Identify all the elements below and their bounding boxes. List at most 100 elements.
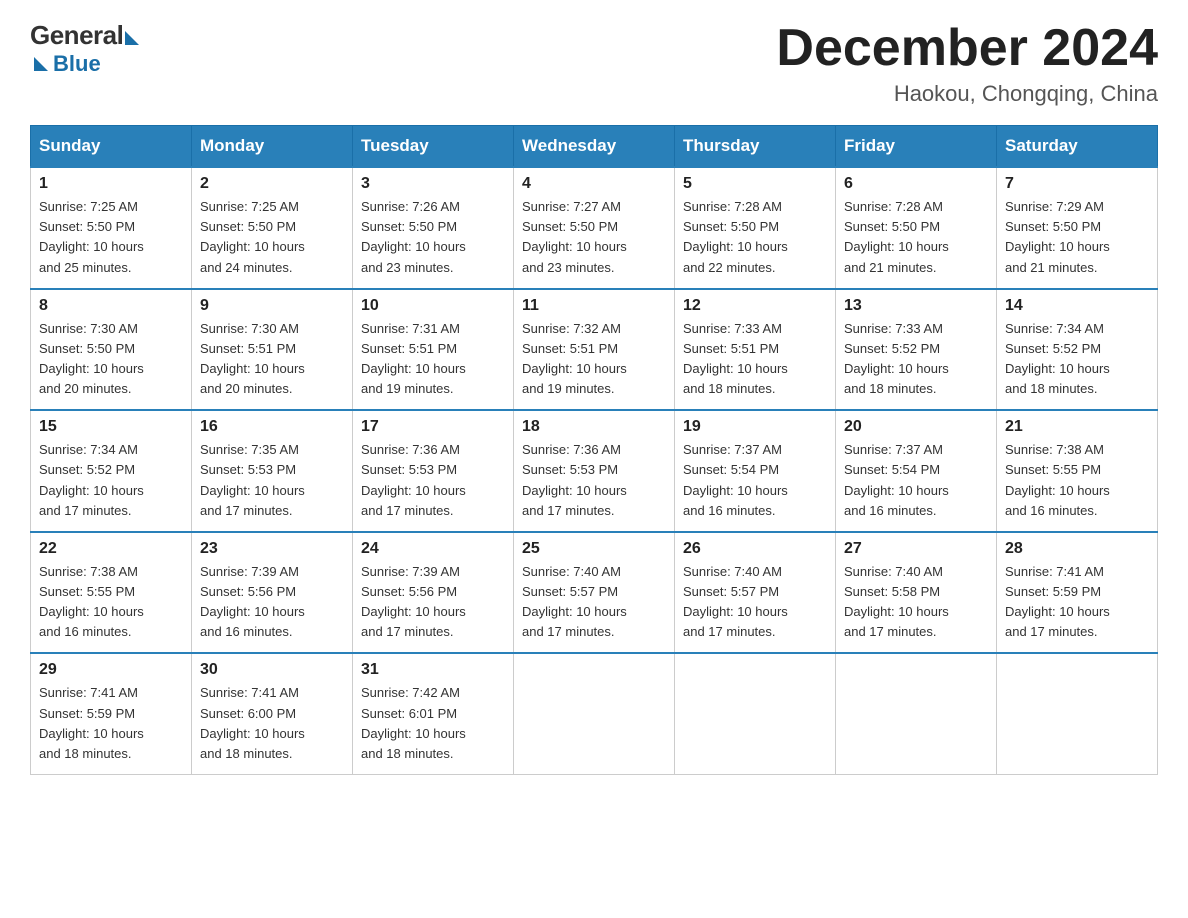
day-info: Sunrise: 7:33 AMSunset: 5:52 PMDaylight:… (844, 321, 949, 396)
day-number: 25 (522, 540, 666, 558)
calendar-cell: 18 Sunrise: 7:36 AMSunset: 5:53 PMDaylig… (514, 410, 675, 532)
title-block: December 2024 Haokou, Chongqing, China (776, 20, 1158, 107)
day-info: Sunrise: 7:38 AMSunset: 5:55 PMDaylight:… (39, 564, 144, 639)
calendar-cell: 29 Sunrise: 7:41 AMSunset: 5:59 PMDaylig… (31, 653, 192, 774)
header-thursday: Thursday (675, 126, 836, 168)
day-info: Sunrise: 7:37 AMSunset: 5:54 PMDaylight:… (844, 442, 949, 517)
calendar-cell: 3 Sunrise: 7:26 AMSunset: 5:50 PMDayligh… (353, 167, 514, 289)
calendar-cell: 4 Sunrise: 7:27 AMSunset: 5:50 PMDayligh… (514, 167, 675, 289)
day-info: Sunrise: 7:30 AMSunset: 5:50 PMDaylight:… (39, 321, 144, 396)
day-number: 10 (361, 297, 505, 315)
day-number: 8 (39, 297, 183, 315)
calendar-cell (997, 653, 1158, 774)
calendar-cell: 8 Sunrise: 7:30 AMSunset: 5:50 PMDayligh… (31, 289, 192, 411)
week-row-5: 29 Sunrise: 7:41 AMSunset: 5:59 PMDaylig… (31, 653, 1158, 774)
calendar-cell: 19 Sunrise: 7:37 AMSunset: 5:54 PMDaylig… (675, 410, 836, 532)
calendar-cell: 28 Sunrise: 7:41 AMSunset: 5:59 PMDaylig… (997, 532, 1158, 654)
calendar-cell: 24 Sunrise: 7:39 AMSunset: 5:56 PMDaylig… (353, 532, 514, 654)
calendar-cell: 5 Sunrise: 7:28 AMSunset: 5:50 PMDayligh… (675, 167, 836, 289)
day-number: 31 (361, 661, 505, 679)
calendar-cell: 25 Sunrise: 7:40 AMSunset: 5:57 PMDaylig… (514, 532, 675, 654)
day-info: Sunrise: 7:37 AMSunset: 5:54 PMDaylight:… (683, 442, 788, 517)
header-wednesday: Wednesday (514, 126, 675, 168)
calendar-cell: 16 Sunrise: 7:35 AMSunset: 5:53 PMDaylig… (192, 410, 353, 532)
calendar-cell: 1 Sunrise: 7:25 AMSunset: 5:50 PMDayligh… (31, 167, 192, 289)
calendar-cell: 26 Sunrise: 7:40 AMSunset: 5:57 PMDaylig… (675, 532, 836, 654)
day-number: 24 (361, 540, 505, 558)
calendar-cell: 23 Sunrise: 7:39 AMSunset: 5:56 PMDaylig… (192, 532, 353, 654)
page-header: General Blue December 2024 Haokou, Chong… (30, 20, 1158, 107)
day-info: Sunrise: 7:25 AMSunset: 5:50 PMDaylight:… (200, 199, 305, 274)
day-info: Sunrise: 7:28 AMSunset: 5:50 PMDaylight:… (844, 199, 949, 274)
day-info: Sunrise: 7:25 AMSunset: 5:50 PMDaylight:… (39, 199, 144, 274)
day-info: Sunrise: 7:27 AMSunset: 5:50 PMDaylight:… (522, 199, 627, 274)
day-number: 18 (522, 418, 666, 436)
day-info: Sunrise: 7:36 AMSunset: 5:53 PMDaylight:… (522, 442, 627, 517)
day-number: 4 (522, 175, 666, 193)
calendar-table: SundayMondayTuesdayWednesdayThursdayFrid… (30, 125, 1158, 775)
day-info: Sunrise: 7:40 AMSunset: 5:57 PMDaylight:… (683, 564, 788, 639)
header-friday: Friday (836, 126, 997, 168)
calendar-cell: 22 Sunrise: 7:38 AMSunset: 5:55 PMDaylig… (31, 532, 192, 654)
day-info: Sunrise: 7:31 AMSunset: 5:51 PMDaylight:… (361, 321, 466, 396)
day-number: 9 (200, 297, 344, 315)
calendar-cell: 14 Sunrise: 7:34 AMSunset: 5:52 PMDaylig… (997, 289, 1158, 411)
day-number: 23 (200, 540, 344, 558)
header-saturday: Saturday (997, 126, 1158, 168)
logo-general-text: General (30, 20, 123, 51)
calendar-body: 1 Sunrise: 7:25 AMSunset: 5:50 PMDayligh… (31, 167, 1158, 774)
logo-blue-text: Blue (53, 51, 101, 77)
day-number: 1 (39, 175, 183, 193)
day-info: Sunrise: 7:40 AMSunset: 5:58 PMDaylight:… (844, 564, 949, 639)
day-info: Sunrise: 7:29 AMSunset: 5:50 PMDaylight:… (1005, 199, 1110, 274)
header-monday: Monday (192, 126, 353, 168)
day-number: 6 (844, 175, 988, 193)
calendar-cell: 31 Sunrise: 7:42 AMSunset: 6:01 PMDaylig… (353, 653, 514, 774)
day-number: 30 (200, 661, 344, 679)
calendar-cell: 27 Sunrise: 7:40 AMSunset: 5:58 PMDaylig… (836, 532, 997, 654)
day-info: Sunrise: 7:35 AMSunset: 5:53 PMDaylight:… (200, 442, 305, 517)
week-row-3: 15 Sunrise: 7:34 AMSunset: 5:52 PMDaylig… (31, 410, 1158, 532)
day-number: 5 (683, 175, 827, 193)
day-number: 26 (683, 540, 827, 558)
day-info: Sunrise: 7:39 AMSunset: 5:56 PMDaylight:… (200, 564, 305, 639)
calendar-cell: 30 Sunrise: 7:41 AMSunset: 6:00 PMDaylig… (192, 653, 353, 774)
day-info: Sunrise: 7:26 AMSunset: 5:50 PMDaylight:… (361, 199, 466, 274)
week-row-1: 1 Sunrise: 7:25 AMSunset: 5:50 PMDayligh… (31, 167, 1158, 289)
calendar-cell: 2 Sunrise: 7:25 AMSunset: 5:50 PMDayligh… (192, 167, 353, 289)
calendar-cell: 11 Sunrise: 7:32 AMSunset: 5:51 PMDaylig… (514, 289, 675, 411)
calendar-cell: 21 Sunrise: 7:38 AMSunset: 5:55 PMDaylig… (997, 410, 1158, 532)
header-sunday: Sunday (31, 126, 192, 168)
day-number: 7 (1005, 175, 1149, 193)
day-number: 12 (683, 297, 827, 315)
day-info: Sunrise: 7:41 AMSunset: 6:00 PMDaylight:… (200, 685, 305, 760)
day-number: 11 (522, 297, 666, 315)
header-row: SundayMondayTuesdayWednesdayThursdayFrid… (31, 126, 1158, 168)
calendar-cell: 15 Sunrise: 7:34 AMSunset: 5:52 PMDaylig… (31, 410, 192, 532)
day-number: 17 (361, 418, 505, 436)
day-info: Sunrise: 7:32 AMSunset: 5:51 PMDaylight:… (522, 321, 627, 396)
calendar-cell (514, 653, 675, 774)
day-number: 15 (39, 418, 183, 436)
day-info: Sunrise: 7:38 AMSunset: 5:55 PMDaylight:… (1005, 442, 1110, 517)
day-info: Sunrise: 7:30 AMSunset: 5:51 PMDaylight:… (200, 321, 305, 396)
logo-arrow-icon (125, 31, 139, 45)
calendar-header: SundayMondayTuesdayWednesdayThursdayFrid… (31, 126, 1158, 168)
day-number: 27 (844, 540, 988, 558)
day-number: 20 (844, 418, 988, 436)
calendar-cell: 6 Sunrise: 7:28 AMSunset: 5:50 PMDayligh… (836, 167, 997, 289)
logo: General Blue (30, 20, 139, 77)
day-info: Sunrise: 7:33 AMSunset: 5:51 PMDaylight:… (683, 321, 788, 396)
day-info: Sunrise: 7:36 AMSunset: 5:53 PMDaylight:… (361, 442, 466, 517)
day-info: Sunrise: 7:34 AMSunset: 5:52 PMDaylight:… (1005, 321, 1110, 396)
day-number: 21 (1005, 418, 1149, 436)
day-info: Sunrise: 7:41 AMSunset: 5:59 PMDaylight:… (1005, 564, 1110, 639)
day-number: 13 (844, 297, 988, 315)
day-info: Sunrise: 7:40 AMSunset: 5:57 PMDaylight:… (522, 564, 627, 639)
calendar-cell: 10 Sunrise: 7:31 AMSunset: 5:51 PMDaylig… (353, 289, 514, 411)
calendar-cell: 9 Sunrise: 7:30 AMSunset: 5:51 PMDayligh… (192, 289, 353, 411)
day-number: 28 (1005, 540, 1149, 558)
day-number: 14 (1005, 297, 1149, 315)
day-number: 19 (683, 418, 827, 436)
day-number: 2 (200, 175, 344, 193)
